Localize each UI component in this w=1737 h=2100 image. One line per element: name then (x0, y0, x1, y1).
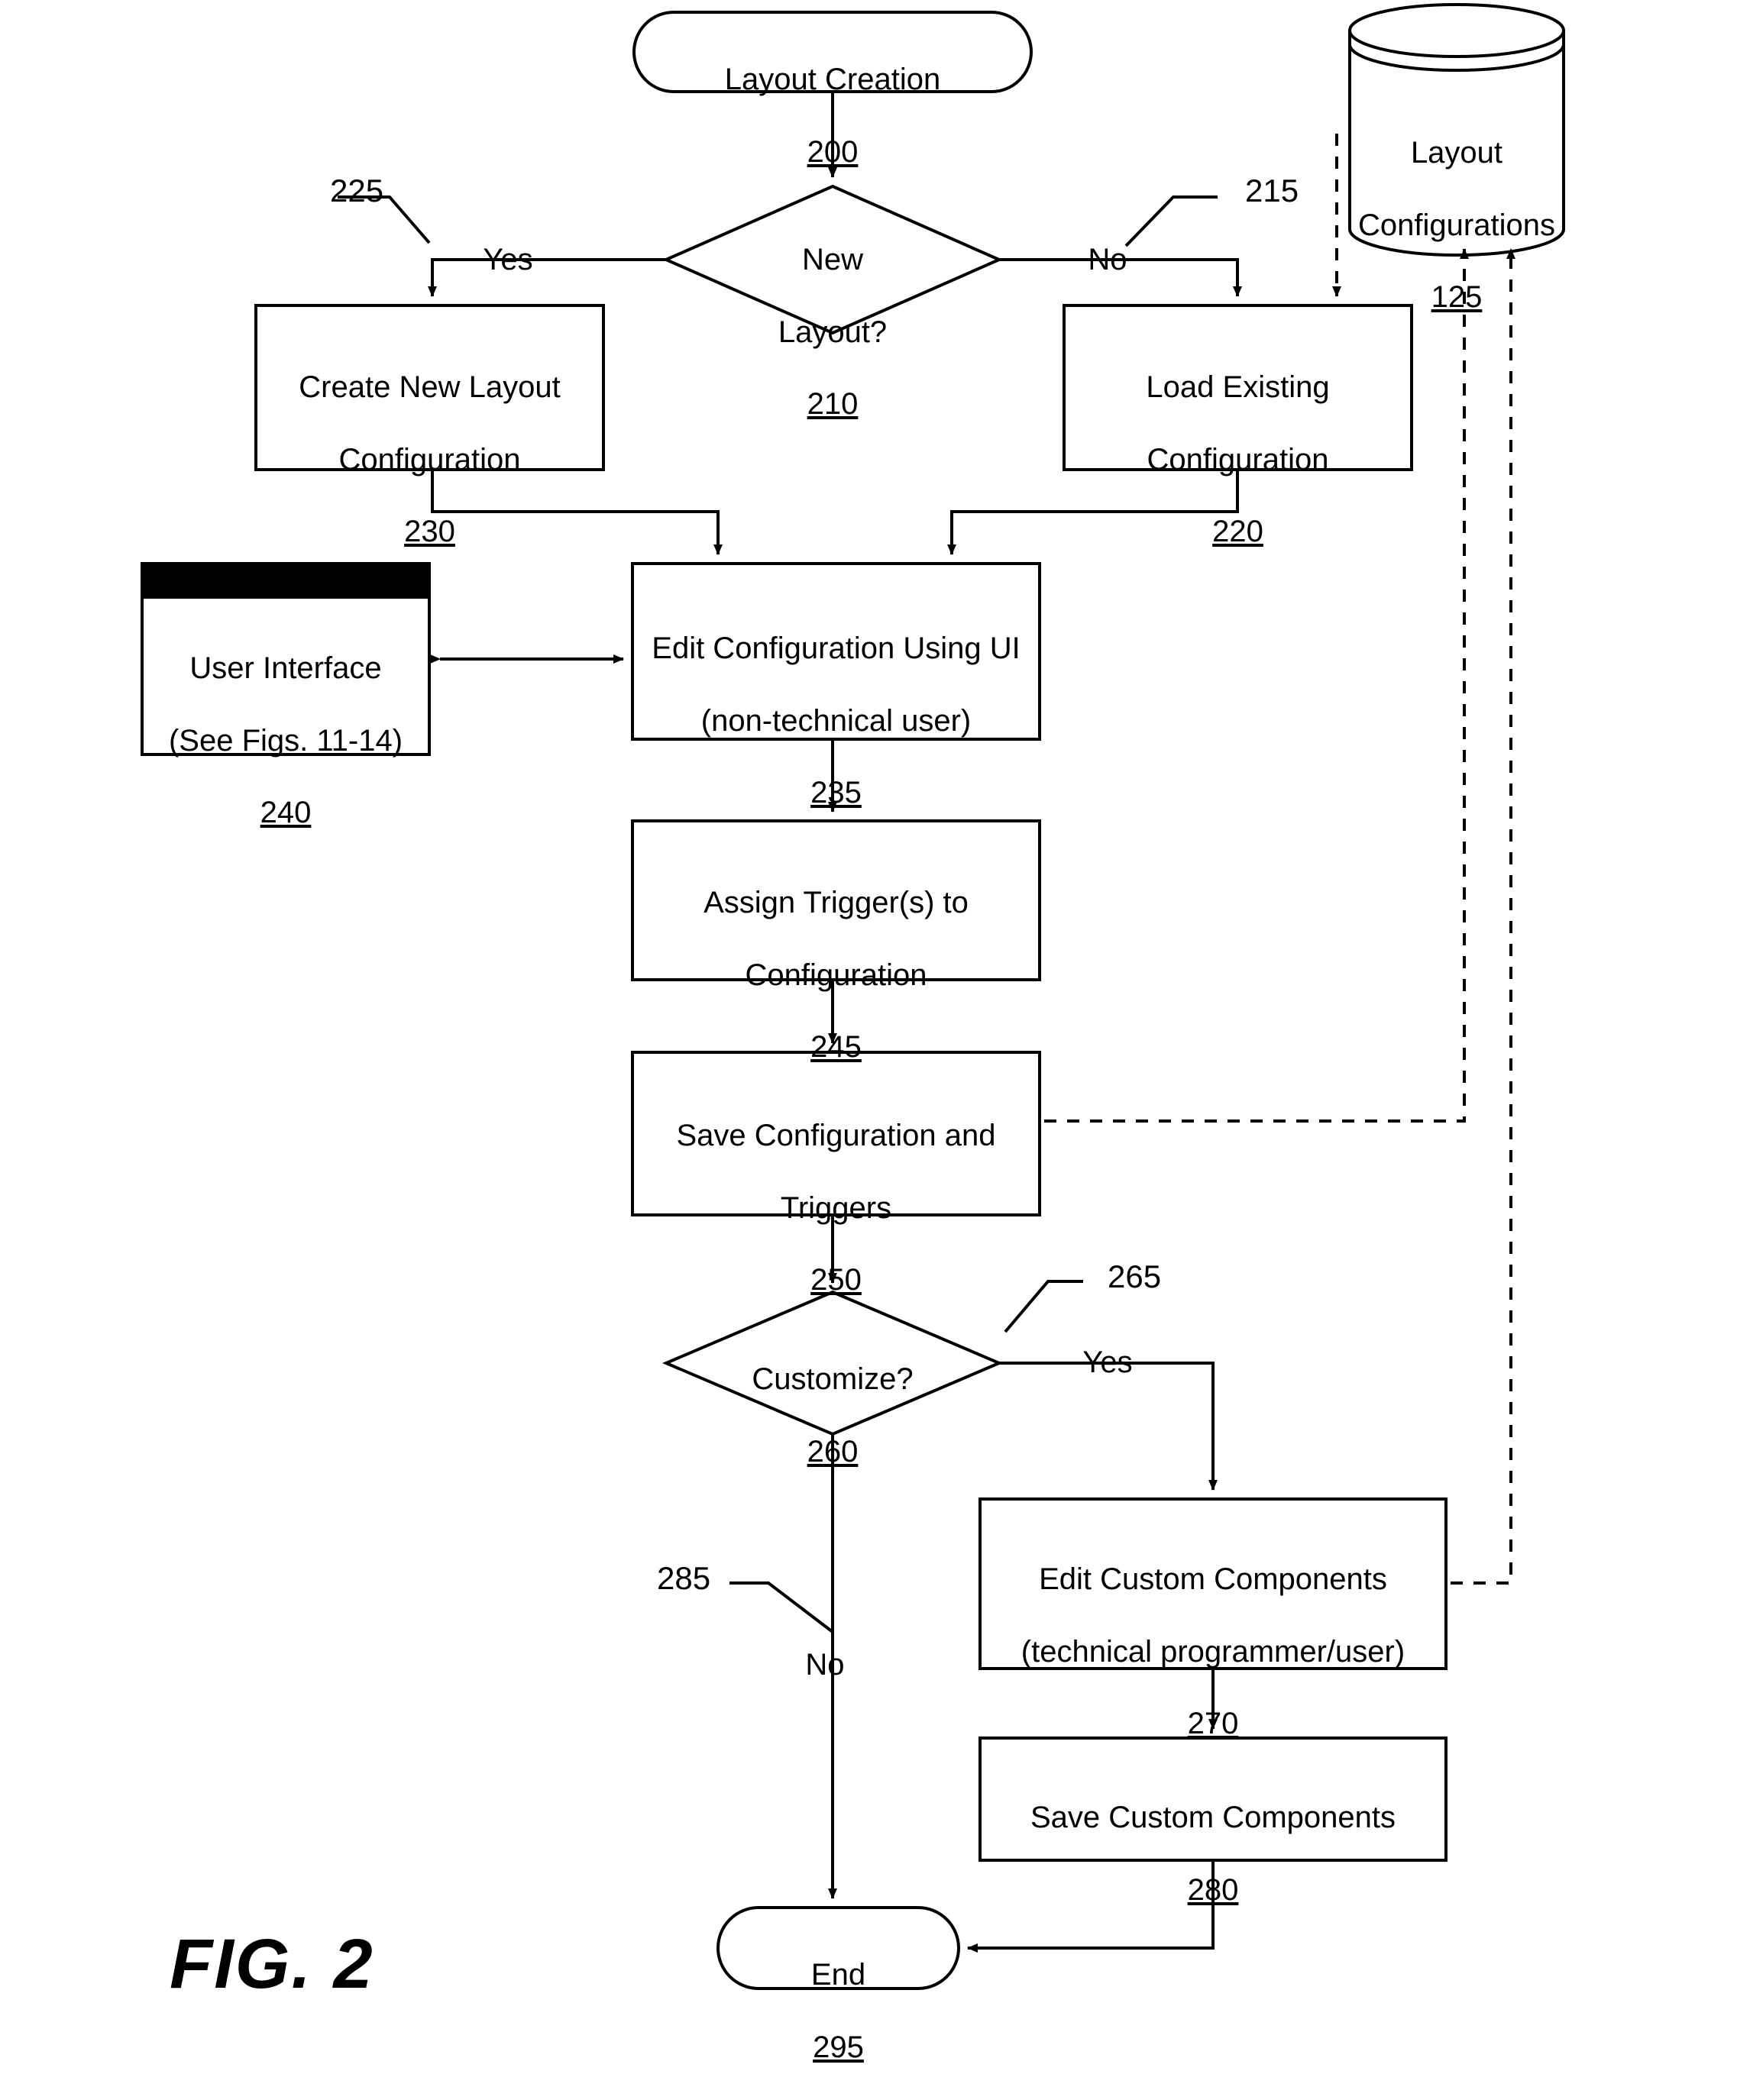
node-shape-end (716, 1906, 960, 1990)
node-shape-new-layout-decision (662, 184, 1003, 335)
edge-save-to-datastore (1044, 248, 1469, 1123)
flowchart-canvas (141, 3, 1565, 1990)
edge-label-new-layout-no: No (1088, 243, 1127, 276)
node-shape-start (632, 11, 1033, 93)
callout-265: 265 (1108, 1258, 1162, 1294)
node-shape-save-config (631, 1051, 1041, 1216)
node-shape-save-custom (978, 1737, 1448, 1862)
node-shape-edit-config (631, 562, 1041, 741)
edge-savecustom-to-end (967, 1860, 1215, 1953)
patent-figure-page: Layout Creation 200 New Layout? 210 Crea… (0, 0, 1737, 2100)
callout-leader-215b (1124, 195, 1218, 247)
user-interface-titlebar (141, 562, 431, 599)
callout-225: 225 (330, 173, 384, 208)
node-shape-customize-decision (661, 1290, 1004, 1436)
node-shape-edit-custom (978, 1497, 1448, 1670)
callout-215: 215 (1245, 173, 1299, 208)
node-shape-load-existing (1063, 304, 1413, 471)
edge-create-to-edit (431, 470, 723, 555)
edge-customize-yes (999, 1362, 1218, 1491)
node-shape-assign-triggers (631, 819, 1041, 981)
callout-285: 285 (657, 1560, 711, 1596)
edge-editcustom-to-datastore (1451, 248, 1515, 1585)
edge-load-to-edit (947, 470, 1239, 555)
callout-leader-265 (1004, 1280, 1083, 1333)
edge-label-customize-yes: Yes (1082, 1346, 1133, 1379)
node-shape-create-new (254, 304, 605, 471)
edge-label-customize-no: No (805, 1648, 845, 1682)
edge-label-new-layout-yes: Yes (483, 243, 533, 276)
callout-leader-285 (729, 1581, 834, 1633)
figure-label: FIG. 2 (170, 1925, 374, 2003)
node-shape-datastore-top (1348, 3, 1565, 58)
